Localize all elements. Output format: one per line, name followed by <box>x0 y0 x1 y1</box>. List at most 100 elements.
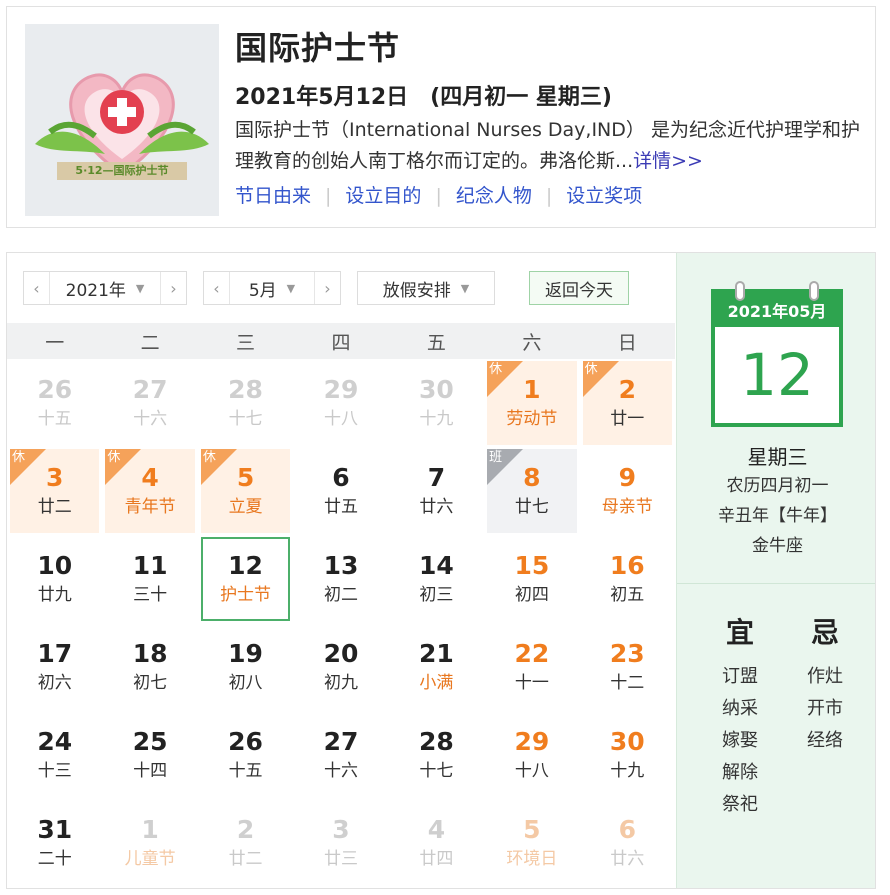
lunar-label: 初四 <box>514 585 549 605</box>
day-cell[interactable]: 24 十三 <box>10 713 99 797</box>
day-cell[interactable]: 27 十六 <box>296 713 385 797</box>
lunar-label: 廿六 <box>610 849 645 869</box>
festival-logo: 5·12—国际护士节 <box>25 24 219 216</box>
day-cell[interactable]: 30 十九 <box>583 713 672 797</box>
day-cell[interactable]: 23 十二 <box>583 625 672 709</box>
day-cell[interactable]: 5 环境日 <box>487 801 576 885</box>
day-number: 30 <box>419 375 454 404</box>
holiday-value: 放假安排 <box>382 280 451 301</box>
back-to-today-button[interactable]: 返回今天 <box>529 271 629 305</box>
yi-item: 祭祀 <box>722 794 758 815</box>
ganzhi-year: 辛丑年【牛年】 <box>718 506 837 526</box>
day-number: 27 <box>132 375 168 404</box>
lunar-label: 初五 <box>610 585 645 605</box>
day-cell[interactable]: 休 4 青年节 <box>105 449 195 533</box>
day-number: 6 <box>618 815 636 844</box>
day-cell[interactable]: 27 十六 <box>105 361 194 445</box>
day-cell[interactable]: 9 母亲节 <box>583 449 672 533</box>
lunar-label: 十六 <box>133 409 168 429</box>
day-cell[interactable]: 2 廿二 <box>201 801 290 885</box>
lunar-label: 母亲节 <box>601 497 653 517</box>
day-cell[interactable]: 休 1 劳动节 <box>487 361 577 445</box>
day-number: 9 <box>618 463 636 492</box>
day-number: 22 <box>514 639 550 668</box>
lunar-label: 十三 <box>37 761 72 781</box>
day-number: 15 <box>514 551 550 580</box>
day-cell[interactable]: 13 初二 <box>296 537 385 621</box>
lunar-label: 廿六 <box>419 497 454 517</box>
day-cell[interactable]: 17 初六 <box>10 625 99 709</box>
next-month-icon[interactable]: › <box>314 272 340 304</box>
big-cal-month: 2021年05月 <box>715 293 839 327</box>
day-cell[interactable]: 28 十七 <box>392 713 481 797</box>
day-cell[interactable]: 29 十八 <box>296 361 385 445</box>
day-cell[interactable]: 休 3 廿二 <box>10 449 100 533</box>
day-cell[interactable]: 21 小满 <box>392 625 481 709</box>
badge-label: 休 <box>107 450 121 465</box>
day-cell[interactable]: 26 十五 <box>10 361 99 445</box>
lunar-label: 十八 <box>514 761 549 781</box>
day-cell[interactable]: 10 廿九 <box>10 537 99 621</box>
lunar-label: 环境日 <box>506 849 558 869</box>
details-link[interactable]: 详情>> <box>633 150 703 172</box>
day-cell[interactable]: 1 儿童节 <box>105 801 194 885</box>
day-cell[interactable]: 14 初三 <box>392 537 481 621</box>
day-cell[interactable]: 7 廿六 <box>392 449 481 533</box>
big-date-calendar: 2021年05月 12 <box>711 281 843 427</box>
day-cell[interactable]: 休 2 廿一 <box>582 361 672 445</box>
day-number: 3 <box>332 815 350 844</box>
day-cell[interactable]: 28 十七 <box>201 361 290 445</box>
next-year-icon[interactable]: › <box>160 272 186 304</box>
lunar-label: 十八 <box>323 409 358 429</box>
day-cell[interactable]: 18 初七 <box>105 625 194 709</box>
day-cell[interactable]: 26 十五 <box>201 713 290 797</box>
day-number: 10 <box>37 551 73 580</box>
lunar-label: 廿九 <box>37 585 72 605</box>
link-separator: | <box>435 185 442 207</box>
day-cell[interactable]: 25 十四 <box>105 713 194 797</box>
ji-title: 忌 <box>810 616 839 649</box>
day-number: 28 <box>228 375 263 404</box>
day-number: 5 <box>523 815 541 844</box>
day-number: 11 <box>132 551 168 580</box>
day-cell[interactable]: 22 十一 <box>487 625 576 709</box>
day-cell[interactable]: 6 廿五 <box>296 449 385 533</box>
day-cell[interactable]: 11 三十 <box>105 537 194 621</box>
day-number: 7 <box>427 463 446 492</box>
lunar-label: 廿四 <box>419 849 454 869</box>
day-cell[interactable]: 20 初九 <box>296 625 385 709</box>
day-number: 5 <box>236 463 255 492</box>
day-cell[interactable]: 29 十八 <box>487 713 576 797</box>
lunar-label: 护士节 <box>220 585 272 605</box>
prev-month-icon[interactable]: ‹ <box>204 272 230 304</box>
year-dropdown[interactable]: 2021年 ▼ <box>50 276 160 301</box>
day-cell[interactable]: 31 二十 <box>10 801 99 885</box>
festival-links: 节日由来 | 设立目的 | 纪念人物 | 设立奖项 <box>235 181 642 208</box>
day-cell[interactable]: 30 十九 <box>392 361 481 445</box>
prev-year-icon[interactable]: ‹ <box>24 272 50 304</box>
lunar-label: 十五 <box>37 409 72 429</box>
link-person[interactable]: 纪念人物 <box>456 185 532 207</box>
lunar-label: 初六 <box>37 673 72 693</box>
day-cell[interactable]: 3 廿三 <box>296 801 385 885</box>
day-cell[interactable]: 班 8 廿七 <box>487 449 577 533</box>
link-purpose[interactable]: 设立目的 <box>345 185 421 207</box>
day-cell[interactable]: 15 初四 <box>487 537 576 621</box>
day-cell-today[interactable]: 12 护士节 <box>200 537 291 621</box>
day-number: 26 <box>37 375 73 404</box>
day-cell[interactable]: 休 5 立夏 <box>200 449 291 533</box>
year-value: 2021年 <box>65 280 126 301</box>
day-cell[interactable]: 6 廿六 <box>583 801 672 885</box>
link-origin[interactable]: 节日由来 <box>235 185 311 207</box>
day-cell[interactable]: 19 初八 <box>201 625 290 709</box>
festival-date: 2021年5月12日 (四月初一 星期三) <box>235 85 612 110</box>
day-cell[interactable]: 4 廿四 <box>392 801 481 885</box>
festival-card: 5·12—国际护士节 国际护士节 2021年5月12日 (四月初一 星期三) 国… <box>6 6 876 228</box>
yi-item: 解除 <box>722 762 758 783</box>
lunar-label: 三十 <box>133 585 168 605</box>
day-number: 4 <box>141 463 159 492</box>
month-dropdown[interactable]: 5月 ▼ <box>230 276 314 301</box>
link-awards[interactable]: 设立奖项 <box>566 185 642 207</box>
day-cell[interactable]: 16 初五 <box>583 537 672 621</box>
holiday-dropdown[interactable]: 放假安排 ▼ <box>357 271 495 305</box>
